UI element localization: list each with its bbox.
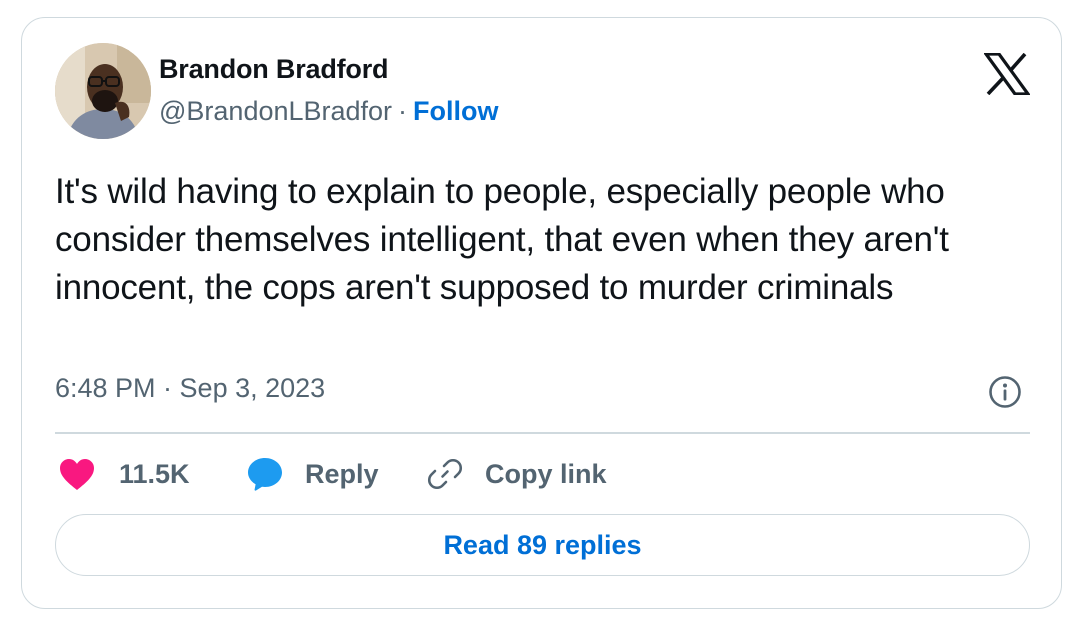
like-count: 11.5K (119, 458, 190, 489)
divider (55, 432, 1030, 434)
reply-label: Reply (305, 458, 379, 489)
separator-dot: · (398, 96, 408, 126)
read-replies-button[interactable]: Read 89 replies (55, 514, 1030, 576)
copy-link-button[interactable]: Copy link (427, 456, 607, 492)
tweet-card: Brandon Bradford @BrandonLBradfor · Follow… (21, 17, 1062, 609)
x-logo-icon[interactable] (982, 52, 1032, 96)
like-button[interactable]: 11.5K (59, 456, 190, 492)
link-icon (427, 456, 463, 492)
heart-icon (59, 458, 95, 491)
author-handle-row: @BrandonLBradfor · Follow (159, 96, 499, 127)
tweet-text: It's wild having to explain to people, e… (55, 172, 949, 307)
follow-button[interactable]: Follow (413, 96, 498, 126)
info-icon[interactable] (988, 375, 1022, 409)
author-handle[interactable]: @BrandonLBradfor (159, 96, 392, 126)
reply-button[interactable]: Reply (247, 456, 379, 492)
author-name[interactable]: Brandon Bradford (159, 54, 388, 85)
copy-link-label: Copy link (485, 458, 607, 489)
avatar[interactable] (55, 43, 151, 139)
tweet-timestamp[interactable]: 6:48 PM · Sep 3, 2023 (55, 373, 325, 404)
speech-bubble-icon (247, 457, 283, 491)
avatar-photo (55, 43, 151, 139)
